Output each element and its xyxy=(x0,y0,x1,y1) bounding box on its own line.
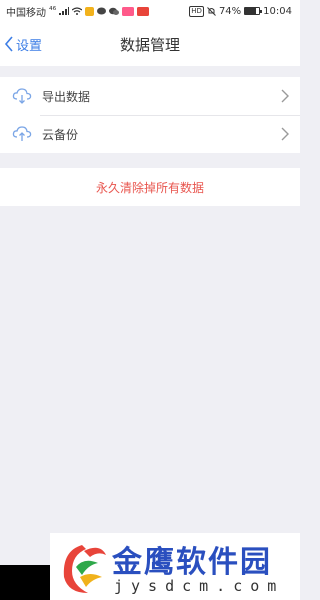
carrier-label: 中国移动 xyxy=(6,7,46,19)
network-type-label: ⁴⁶ xyxy=(49,5,57,16)
hd-badge: HD xyxy=(189,5,204,17)
settings-list: 导出数据 云备份 xyxy=(0,77,300,153)
list-item-cloud-backup[interactable]: 云备份 xyxy=(0,115,300,153)
black-block xyxy=(0,565,50,600)
wechat-icon xyxy=(109,7,120,15)
status-left: 中国移动 ⁴⁶ xyxy=(6,4,150,19)
cloud-download-icon xyxy=(12,86,32,106)
clear-all-data-button[interactable]: 永久清除掉所有数据 xyxy=(0,168,300,206)
battery-icon xyxy=(244,7,263,15)
app-badge-icon xyxy=(122,6,135,16)
back-label: 设置 xyxy=(16,38,43,54)
clear-all-data-label: 永久清除掉所有数据 xyxy=(95,180,204,195)
status-right: HD 74% 10:04 xyxy=(189,5,292,17)
cloud-upload-icon xyxy=(12,124,32,144)
watermark: 金鹰软件园 jysdcm.com xyxy=(50,533,300,600)
list-item-label: 导出数据 xyxy=(42,89,91,104)
chevron-left-icon xyxy=(4,36,13,52)
wifi-icon xyxy=(72,7,83,15)
chevron-right-icon xyxy=(281,89,289,103)
clock: 10:04 xyxy=(263,5,292,17)
mute-icon xyxy=(207,6,216,16)
battery-fill xyxy=(245,8,256,14)
watermark-title: 金鹰软件园 xyxy=(112,545,272,580)
list-item-label: 云备份 xyxy=(42,127,79,142)
nav-bar: 设置 数据管理 xyxy=(0,22,300,66)
app-notification-icon xyxy=(85,6,95,16)
signal-icon xyxy=(59,7,70,15)
page-title: 数据管理 xyxy=(119,35,180,54)
chevron-right-icon xyxy=(281,127,289,141)
status-bar: 中国移动 ⁴⁶ HD 74% 10:04 xyxy=(0,0,300,22)
list-item-export-data[interactable]: 导出数据 xyxy=(0,77,300,115)
eagle-logo-icon xyxy=(63,545,106,593)
mail-icon xyxy=(137,6,150,16)
back-button[interactable]: 设置 xyxy=(4,22,42,66)
chat-icon xyxy=(97,7,107,14)
watermark-subtitle: jysdcm.com xyxy=(114,577,285,595)
battery-percent: 74% xyxy=(218,5,242,17)
